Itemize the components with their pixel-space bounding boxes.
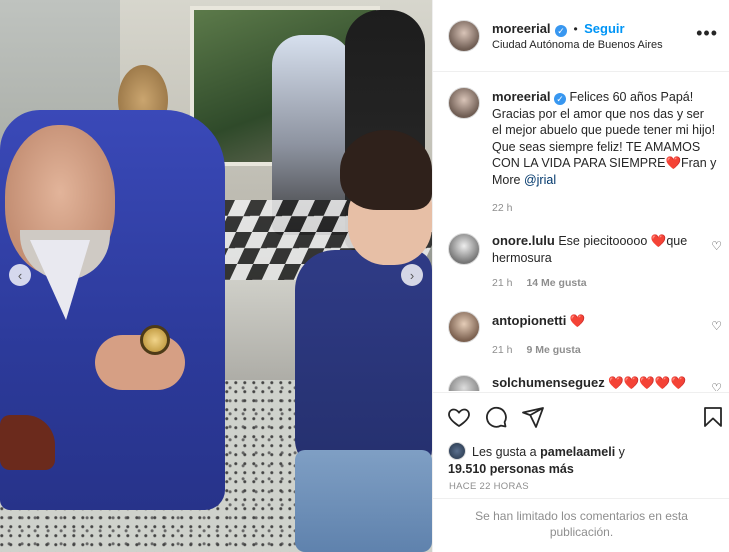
post-details-panel: moreerial ✓ • Seguir Ciudad Autónoma de … xyxy=(432,0,729,552)
more-options-icon[interactable]: ••• xyxy=(696,23,718,44)
photo-boy-hair xyxy=(340,130,432,210)
comment-item: antopionetti ❤️ 21 h 9 Me gusta xyxy=(492,313,707,358)
author-line: moreerial ✓ • Seguir xyxy=(492,20,625,38)
chevron-right-icon: › xyxy=(409,267,415,283)
verified-badge-icon: ✓ xyxy=(555,25,567,37)
liker-username[interactable]: pamelaameli xyxy=(540,445,615,459)
comments-limited-notice: Se han limitado los comentarios en esta … xyxy=(433,498,729,552)
post-location[interactable]: Ciudad Autónoma de Buenos Aires xyxy=(492,39,663,51)
likes-prefix: Les gusta a xyxy=(472,445,537,459)
likes-conjunction: y xyxy=(618,445,625,459)
comment-time: 21 h xyxy=(492,277,513,289)
comment-text: ❤️❤️❤️❤️❤️ xyxy=(608,376,687,390)
comment-username[interactable]: antopionetti xyxy=(492,313,566,328)
comment-like-heart-icon[interactable]: ♡ xyxy=(711,381,722,391)
post-actions-bar xyxy=(433,392,729,440)
instagram-post-modal: ‹ › moreerial ✓ • Seguir Ciudad Autónoma… xyxy=(0,0,729,552)
share-direct-icon[interactable] xyxy=(521,405,545,429)
comment-item: solchumenseguez ❤️❤️❤️❤️❤️ xyxy=(492,375,707,391)
verified-badge-icon: ✓ xyxy=(554,93,567,105)
comments-list[interactable]: moreerial ✓ Felices 60 años Papá! Gracia… xyxy=(433,73,729,391)
likes-summary: Les gusta a pamelaameli y 19.510 persona… xyxy=(448,442,718,477)
comment-like-heart-icon[interactable]: ♡ xyxy=(711,319,722,333)
liker-avatar[interactable] xyxy=(448,442,466,460)
caption-mention-link[interactable]: @jrial xyxy=(524,173,556,187)
chevron-left-icon: ‹ xyxy=(17,267,23,283)
comment-likes[interactable]: 9 Me gusta xyxy=(526,344,580,356)
comment-username[interactable]: onore.lulu xyxy=(492,233,555,248)
post-header: moreerial ✓ • Seguir Ciudad Autónoma de … xyxy=(433,0,729,72)
caption-time: 22 h xyxy=(492,202,513,214)
dot-separator: • xyxy=(573,22,578,36)
caption-username[interactable]: moreerial xyxy=(492,89,551,104)
comment-text: ❤️ xyxy=(569,314,586,328)
comment-username[interactable]: solchumenseguez xyxy=(492,375,605,390)
author-avatar[interactable] xyxy=(448,20,480,52)
comment-avatar[interactable] xyxy=(448,375,480,391)
post-timestamp[interactable]: HACE 22 HORAS xyxy=(449,481,529,492)
comment-time: 21 h xyxy=(492,343,513,356)
comment-meta: 21 h 9 Me gusta xyxy=(492,342,707,359)
photo-gold-watch xyxy=(140,325,170,355)
likes-count[interactable]: 19.510 personas más xyxy=(448,462,574,476)
author-username[interactable]: moreerial xyxy=(492,21,551,36)
post-photo[interactable]: ‹ › xyxy=(0,0,432,552)
carousel-next-button[interactable]: › xyxy=(401,264,423,286)
carousel-prev-button[interactable]: ‹ xyxy=(9,264,31,286)
photo-boy xyxy=(290,130,432,552)
caption-avatar[interactable] xyxy=(448,87,480,119)
like-heart-icon[interactable] xyxy=(447,405,471,429)
comment-likes[interactable]: 14 Me gusta xyxy=(526,277,586,289)
photo-boy-jeans xyxy=(295,450,432,552)
comment-meta: 21 h 14 Me gusta xyxy=(492,275,707,292)
comment-item: onore.lulu Ese piecitooooo ❤️que hermosu… xyxy=(492,233,707,292)
follow-button[interactable]: Seguir xyxy=(584,21,624,36)
comment-avatar[interactable] xyxy=(448,311,480,343)
post-caption: moreerial ✓ Felices 60 años Papá! Gracia… xyxy=(492,89,717,217)
comment-avatar[interactable] xyxy=(448,233,480,265)
photo-man-shirt xyxy=(30,240,90,320)
comment-bubble-icon[interactable] xyxy=(484,405,508,429)
save-bookmark-icon[interactable] xyxy=(701,405,725,429)
comment-like-heart-icon[interactable]: ♡ xyxy=(711,239,722,253)
